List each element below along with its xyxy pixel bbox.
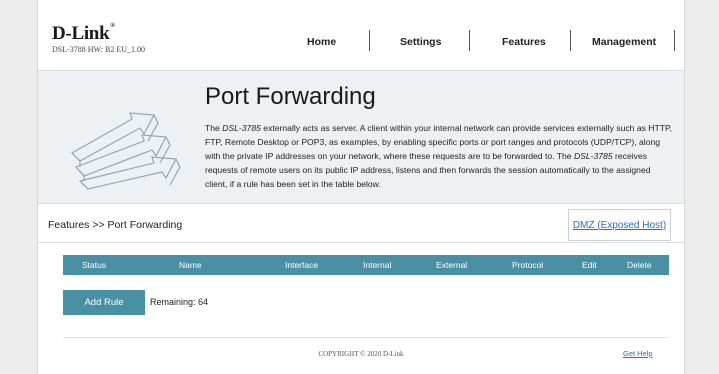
remaining-count: Remaining: 64	[150, 297, 209, 307]
page-title: Port Forwarding	[205, 83, 376, 110]
column-header-external: External	[436, 260, 468, 270]
model-info: DSL-3788 HW: B2 EU_1.00	[52, 45, 146, 54]
nav-home[interactable]: Home	[307, 36, 336, 48]
port-forwarding-arrows-icon	[71, 112, 181, 190]
add-rule-button[interactable]: Add Rule	[63, 290, 145, 315]
nav-separator	[570, 30, 571, 51]
column-header-delete: Delete	[627, 260, 652, 270]
nav-separator	[369, 30, 370, 51]
nav-separator	[674, 30, 675, 51]
get-help-link[interactable]: Get Help	[623, 349, 653, 358]
nav-settings[interactable]: Settings	[400, 36, 441, 48]
nav-separator	[469, 30, 470, 51]
top-header: D-Link® DSL-3788 HW: B2 EU_1.00 Home Set…	[38, 0, 684, 70]
column-header-name: Name	[179, 260, 202, 270]
breadcrumb: Features >> Port Forwarding	[48, 219, 183, 231]
column-header-status: Status	[82, 260, 107, 270]
column-header-interface: Interface	[285, 260, 319, 270]
dmz-exposed-host-link[interactable]: DMZ (Exposed Host)	[568, 209, 671, 241]
column-header-internal: Internal	[363, 260, 392, 270]
nav-features[interactable]: Features	[502, 36, 546, 48]
column-header-edit: Edit	[582, 260, 597, 270]
footer-divider	[63, 337, 669, 338]
page-description: The DSL-3785 externally acts as server. …	[205, 123, 672, 189]
copyright-text: COPYRIGHT © 2020 D-Link	[318, 350, 404, 358]
page-banner: Port Forwarding The DSL-3785 externally …	[38, 70, 684, 204]
column-header-protocol: Protocol	[512, 260, 544, 270]
main-card: D-Link® DSL-3788 HW: B2 EU_1.00 Home Set…	[37, 0, 685, 374]
dlink-logo: D-Link®	[52, 23, 115, 44]
rules-table-header: Status Name Interface Internal External …	[63, 255, 669, 275]
nav-management[interactable]: Management	[592, 36, 656, 48]
section-divider	[38, 242, 684, 243]
